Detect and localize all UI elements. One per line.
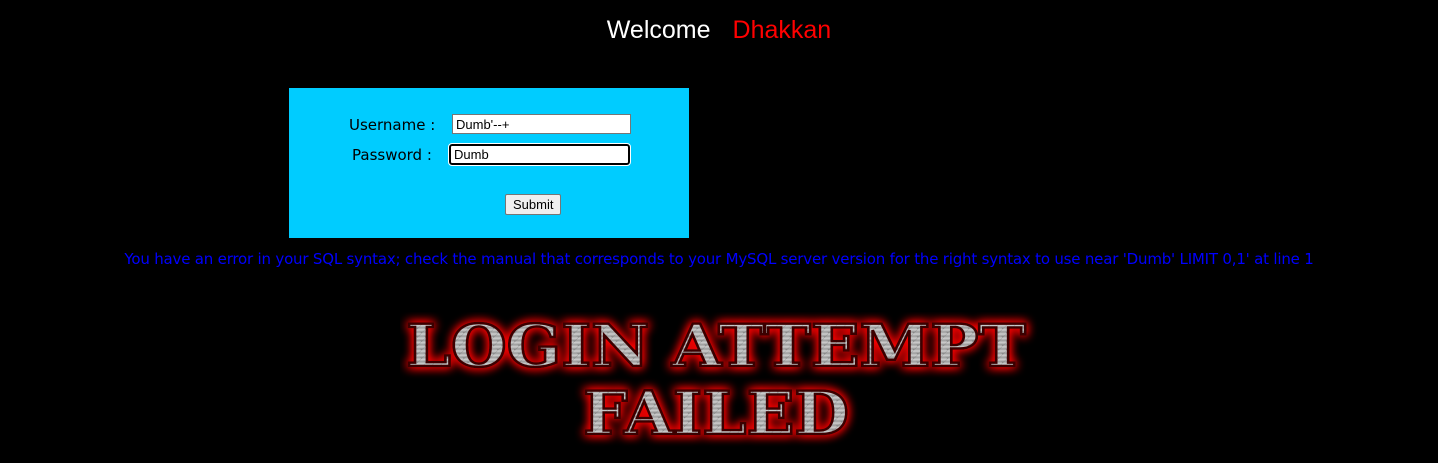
welcome-header: Welcome Dhakkan <box>0 16 1438 45</box>
welcome-text: Welcome <box>606 16 711 44</box>
submit-button[interactable]: Submit <box>505 194 562 215</box>
password-label: Password : <box>352 146 432 164</box>
user-name: Dhakkan <box>732 16 832 44</box>
username-label: Username : <box>349 116 436 134</box>
username-row: Username : <box>289 114 689 138</box>
login-failed-banner: LOGIN ATTEMPT FAILED <box>405 312 1028 450</box>
banner-line-1: LOGIN ATTEMPT <box>406 312 1026 380</box>
login-form: Username : Password : Submit <box>289 88 689 238</box>
password-input[interactable] <box>448 143 631 166</box>
banner-line-2: FAILED <box>583 379 849 449</box>
username-input[interactable] <box>452 114 631 134</box>
sql-error-message: You have an error in your SQL syntax; ch… <box>124 250 1314 268</box>
password-row: Password : <box>289 143 689 168</box>
